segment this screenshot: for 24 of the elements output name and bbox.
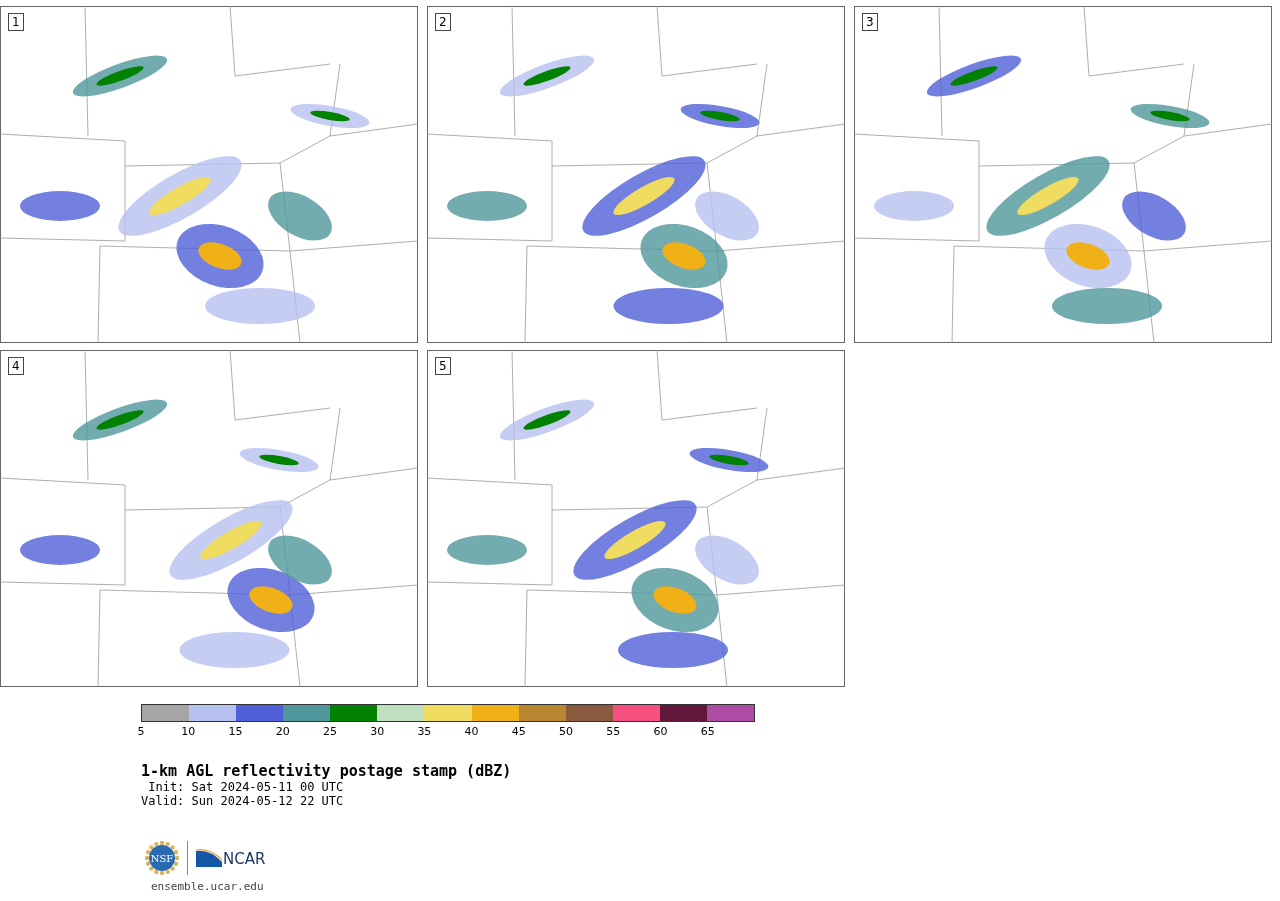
tick-label: 55 bbox=[606, 725, 621, 738]
ncar-logo: NCAR bbox=[196, 849, 266, 867]
tick-label: 40 bbox=[464, 725, 479, 738]
tick-label: 65 bbox=[700, 725, 715, 738]
website-url: ensemble.ucar.edu bbox=[151, 880, 265, 893]
nsf-logo: NSF bbox=[145, 841, 179, 875]
tick-label: 30 bbox=[370, 725, 385, 738]
panel-number: 4 bbox=[8, 357, 24, 375]
panel-number: 3 bbox=[862, 13, 878, 31]
init-time: Init: Sat 2024-05-11 00 UTC bbox=[147, 780, 345, 794]
panel-number: 2 bbox=[435, 13, 451, 31]
tick-label: 10 bbox=[181, 725, 196, 738]
panel-number: 1 bbox=[8, 13, 24, 31]
tick-label: 15 bbox=[228, 725, 243, 738]
tick-label: 50 bbox=[559, 725, 574, 738]
tick-label: 25 bbox=[322, 725, 337, 738]
tick-label: 45 bbox=[511, 725, 526, 738]
panel-number: 5 bbox=[435, 357, 451, 375]
tick-label: 20 bbox=[275, 725, 290, 738]
tick-label: 35 bbox=[417, 725, 432, 738]
tick-label: 5 bbox=[137, 725, 145, 738]
valid-time: Valid: Sun 2024-05-12 22 UTC bbox=[141, 794, 345, 808]
chart-title: 1-km AGL reflectivity postage stamp (dBZ) bbox=[141, 762, 513, 780]
tick-label: 60 bbox=[653, 725, 668, 738]
